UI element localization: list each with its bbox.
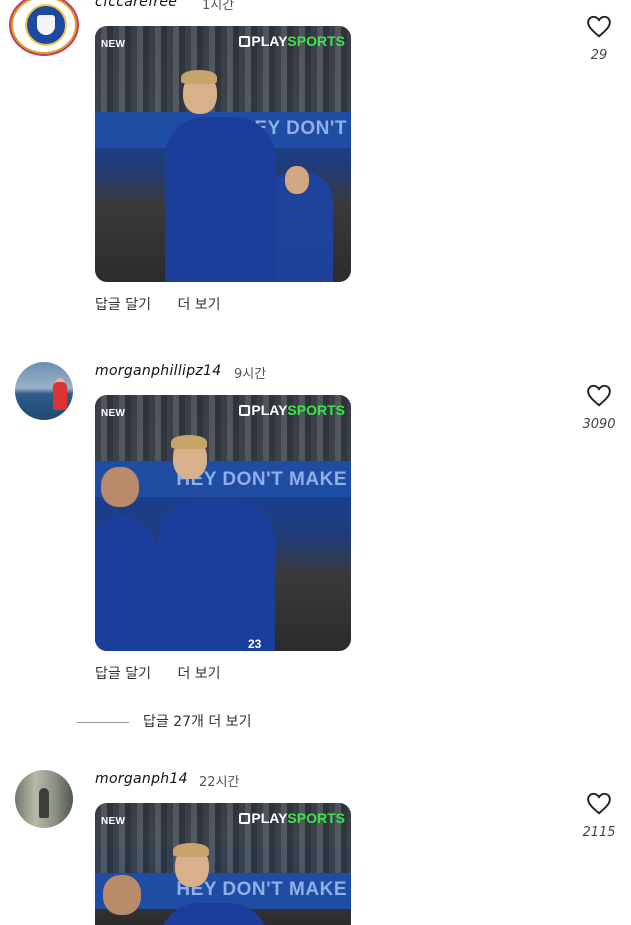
jersey-number: 23 (248, 637, 262, 651)
comment-actions: 답글 달기 더 보기 (95, 294, 243, 314)
comment-username[interactable]: cfccarefree (95, 0, 177, 10)
comment-media-gif[interactable]: HEY DON'T MAKE NEW PLAYSPORTS 23 (95, 395, 351, 651)
comment-time: 22시간 (199, 775, 240, 790)
more-button[interactable]: 더 보기 (177, 297, 220, 313)
avatar[interactable] (11, 0, 77, 54)
new-label: NEW (101, 39, 126, 50)
new-label: NEW (101, 816, 126, 827)
divider-line (77, 721, 129, 723)
avatar[interactable] (15, 362, 73, 420)
like-count: 29 (590, 48, 608, 63)
playsports-logo: PLAYSPORTS (239, 402, 345, 418)
view-more-replies[interactable]: 답글 27개 더 보기 (77, 711, 251, 731)
play-logo-icon (239, 813, 251, 824)
like-count: 2115 (582, 825, 616, 840)
comment-actions: 답글 달기 더 보기 (95, 663, 243, 683)
comment-time: 1시간 (202, 0, 235, 13)
view-more-replies-label[interactable]: 답글 27개 더 보기 (143, 714, 251, 730)
like-control: 3090 (577, 383, 621, 432)
heart-outline-icon[interactable] (586, 14, 612, 38)
reply-button[interactable]: 답글 달기 (95, 297, 151, 313)
more-button[interactable]: 더 보기 (177, 666, 220, 682)
play-logo-icon (239, 405, 251, 416)
new-label: NEW (101, 408, 126, 419)
like-control: 29 (581, 14, 617, 63)
playsports-logo: PLAYSPORTS (239, 33, 345, 49)
chelsea-badge-icon (25, 4, 67, 46)
heart-outline-icon[interactable] (586, 383, 612, 407)
reply-button[interactable]: 답글 달기 (95, 666, 151, 682)
avatar[interactable] (15, 770, 73, 828)
like-control: 2115 (577, 791, 621, 840)
comment-media-gif[interactable]: HEY DON'T MAKE NEW PLAYSPORTS (95, 803, 351, 925)
play-logo-icon (239, 36, 251, 47)
comment-username[interactable]: morganph14 (95, 771, 188, 787)
comment-username[interactable]: morganphillipz14 (95, 363, 221, 379)
heart-outline-icon[interactable] (586, 791, 612, 815)
comment-media-gif[interactable]: THEY DON'T NEW PLAYSPORTS (95, 26, 351, 282)
playsports-logo: PLAYSPORTS (239, 810, 345, 826)
comment-time: 9시간 (234, 367, 267, 382)
like-count: 3090 (582, 417, 616, 432)
